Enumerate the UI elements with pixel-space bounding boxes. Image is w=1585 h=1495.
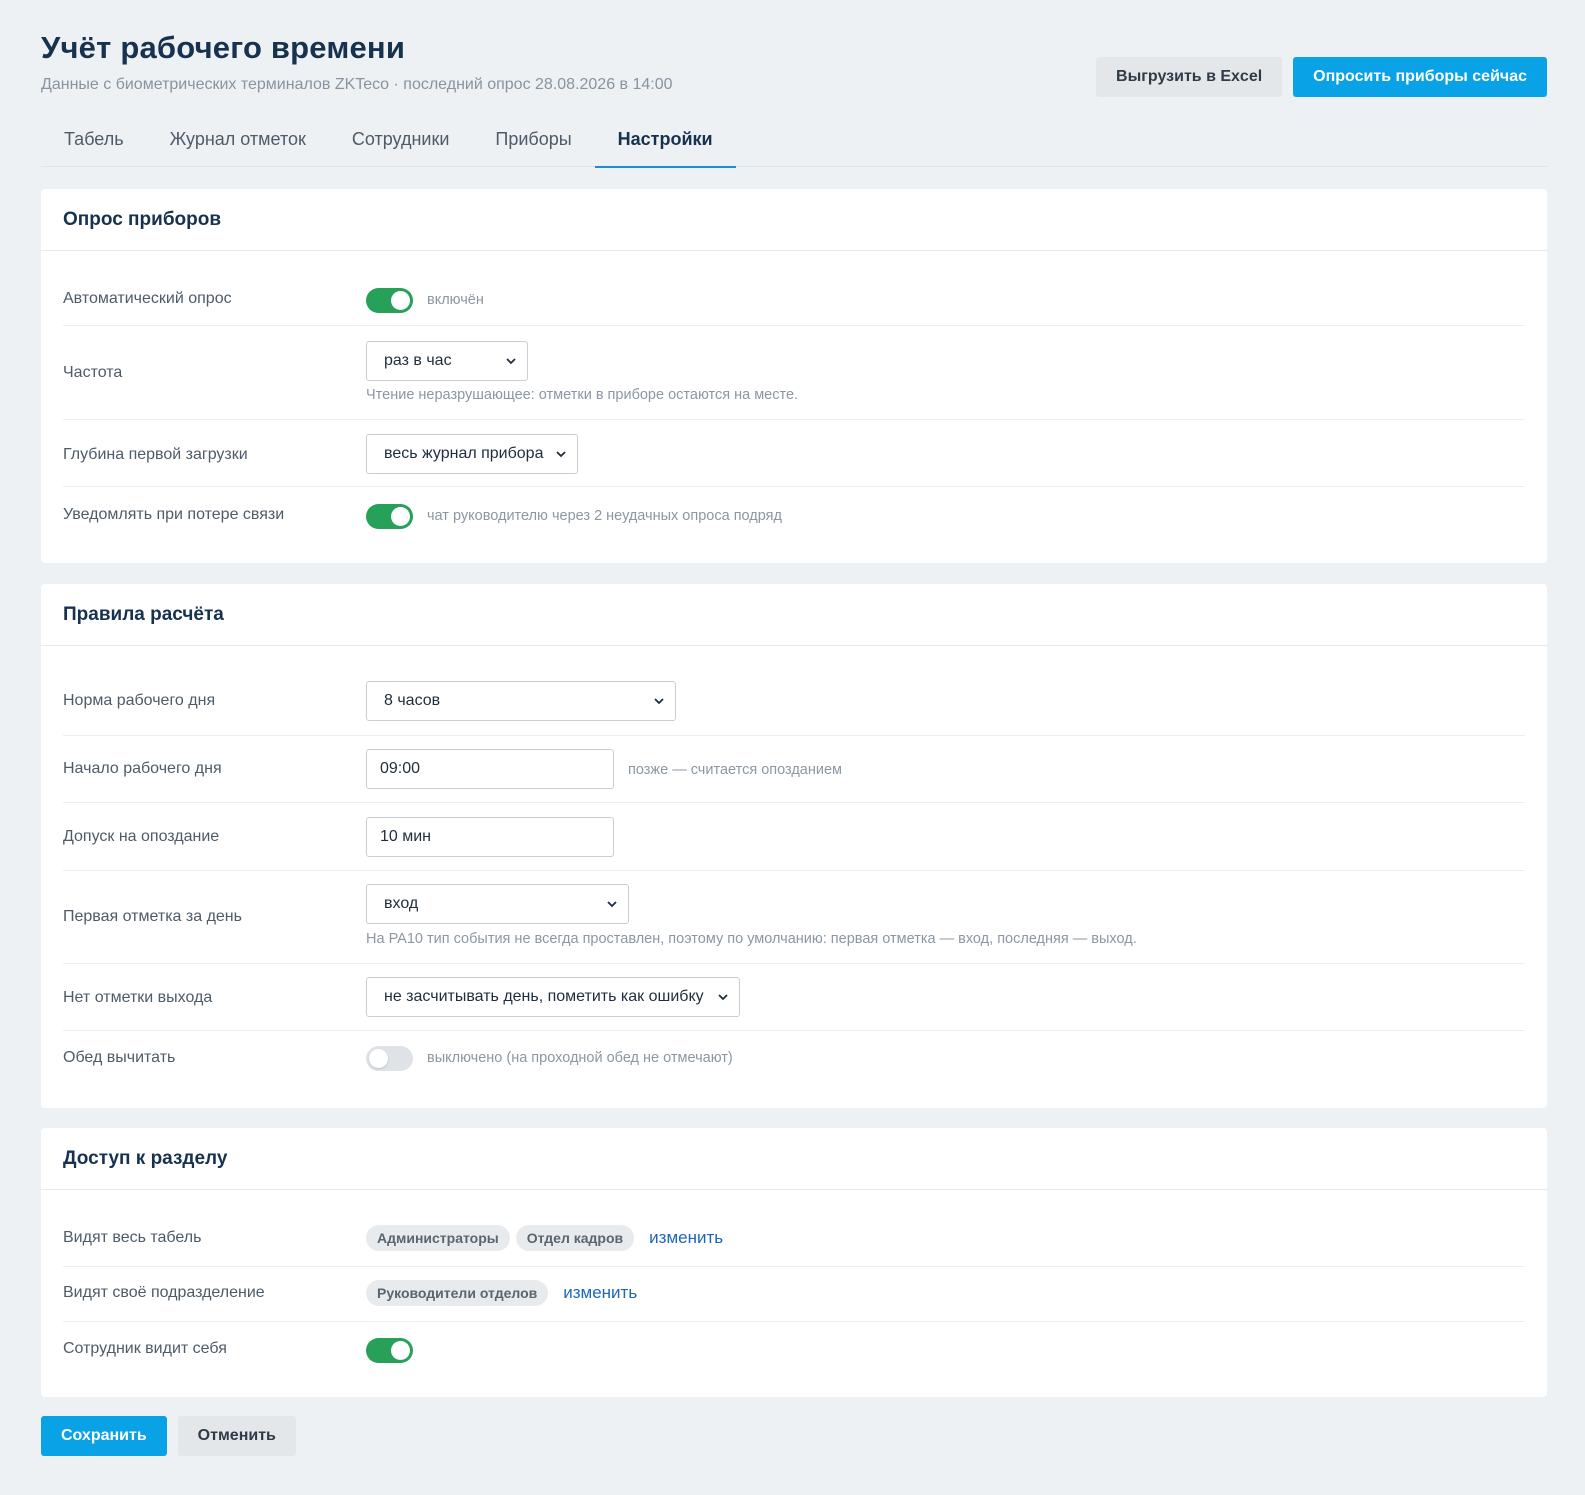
- cancel-button[interactable]: Отменить: [177, 1416, 296, 1456]
- start-hint: позже — считается опозданием: [628, 762, 843, 778]
- role-chip: Отдел кадров: [515, 1225, 635, 1251]
- tab-devices[interactable]: Приборы: [472, 112, 594, 167]
- frequency-hint: Чтение неразрушающее: отметки в приборе …: [366, 387, 799, 403]
- auto-poll-hint: включён: [427, 292, 484, 308]
- page-header: Учёт рабочего времени Данные с биометрич…: [41, 0, 1547, 112]
- export-excel-button[interactable]: Выгрузить в Excel: [1096, 57, 1283, 97]
- first-mark-select[interactable]: вход: [366, 884, 629, 924]
- frequency-label: Частота: [63, 364, 123, 381]
- depth-value: весь журнал прибора: [384, 445, 544, 462]
- polling-card: Опрос приборов Автоматический опрос вклю…: [41, 189, 1547, 563]
- lunch-label: Обед вычитать: [63, 1049, 176, 1066]
- access-all-label: Видят весь табель: [63, 1229, 202, 1246]
- first-mark-label: Первая отметка за день: [63, 908, 242, 925]
- no-exit-label: Нет отметки выхода: [63, 989, 213, 1006]
- polling-card-title: Опрос приборов: [41, 189, 1547, 251]
- rules-card-title: Правила расчёта: [41, 584, 1547, 646]
- auto-poll-label: Автоматический опрос: [63, 290, 232, 307]
- access-card-title: Доступ к разделу: [41, 1128, 1547, 1190]
- chevron-down-icon: [654, 698, 664, 705]
- chevron-down-icon: [506, 358, 516, 365]
- tolerance-row: Допуск на опоздание 10 мин: [63, 803, 1525, 871]
- save-button[interactable]: Сохранить: [41, 1416, 167, 1456]
- lunch-hint: выключено (на проходной обед не отмечают…: [427, 1050, 733, 1066]
- chevron-down-icon: [607, 901, 617, 908]
- page-subtitle: Данные с биометрических терминалов ZKTec…: [41, 76, 673, 93]
- tolerance-input[interactable]: 10 мин: [366, 817, 614, 857]
- first-mark-value: вход: [384, 895, 419, 912]
- no-exit-row: Нет отметки выхода не засчитывать день, …: [63, 964, 1525, 1031]
- tab-timesheet[interactable]: Табель: [41, 112, 147, 167]
- depth-select[interactable]: весь журнал прибора: [366, 434, 578, 474]
- norm-label: Норма рабочего дня: [63, 692, 216, 709]
- chevron-down-icon: [556, 451, 566, 458]
- norm-value: 8 часов: [384, 692, 441, 709]
- norm-row: Норма рабочего дня 8 часов: [63, 646, 1525, 736]
- access-dept-label: Видят своё подразделение: [63, 1284, 265, 1301]
- edit-access-dept-link[interactable]: изменить: [563, 1283, 637, 1303]
- no-exit-select[interactable]: не засчитывать день, пометить как ошибку: [366, 977, 740, 1017]
- role-chip: Администраторы: [366, 1225, 510, 1251]
- tab-marks-log[interactable]: Журнал отметок: [147, 112, 329, 167]
- depth-label: Глубина первой загрузки: [63, 446, 248, 463]
- access-self-row: Сотрудник видит себя: [63, 1322, 1525, 1382]
- auto-poll-toggle[interactable]: [366, 288, 413, 313]
- rules-card: Правила расчёта Норма рабочего дня 8 час…: [41, 584, 1547, 1108]
- no-exit-value: не засчитывать день, пометить как ошибку: [384, 988, 704, 1005]
- frequency-select[interactable]: раз в час: [366, 341, 528, 381]
- tab-employees[interactable]: Сотрудники: [329, 112, 473, 167]
- start-label: Начало рабочего дня: [63, 760, 222, 777]
- notify-hint: чат руководителю через 2 неудачных опрос…: [427, 508, 782, 524]
- page-title: Учёт рабочего времени: [41, 30, 406, 65]
- edit-access-all-link[interactable]: изменить: [649, 1228, 723, 1248]
- start-row: Начало рабочего дня 09:00 позже — считае…: [63, 736, 1525, 803]
- norm-select[interactable]: 8 часов: [366, 681, 676, 721]
- notify-label: Уведомлять при потере связи: [63, 506, 285, 523]
- chevron-down-icon: [718, 994, 728, 1001]
- tolerance-label: Допуск на опоздание: [63, 828, 220, 845]
- access-self-toggle[interactable]: [366, 1338, 413, 1363]
- notify-row: Уведомлять при потере связи чат руководи…: [63, 487, 1525, 547]
- first-mark-row: Первая отметка за день вход На PA10 тип …: [63, 871, 1525, 964]
- poll-devices-button[interactable]: Опросить приборы сейчас: [1293, 57, 1547, 97]
- lunch-row: Обед вычитать выключено (на проходной об…: [63, 1031, 1525, 1091]
- frequency-value: раз в час: [384, 352, 452, 369]
- access-all-row: Видят весь табель Администраторы Отдел к…: [63, 1190, 1525, 1267]
- frequency-row: Частота раз в час Чтение неразрушающее: …: [63, 326, 1525, 420]
- access-card: Доступ к разделу Видят весь табель Админ…: [41, 1128, 1547, 1397]
- tab-settings[interactable]: Настройки: [594, 112, 736, 168]
- access-dept-row: Видят своё подразделение Руководители от…: [63, 1267, 1525, 1322]
- access-all-chips: Администраторы Отдел кадров изменить: [366, 1225, 723, 1251]
- first-mark-hint: На PA10 тип события не всегда проставлен…: [366, 931, 1137, 947]
- header-actions: Выгрузить в Excel Опросить приборы сейча…: [1096, 57, 1547, 97]
- role-chip: Руководители отделов: [366, 1280, 549, 1306]
- start-time-input[interactable]: 09:00: [366, 749, 614, 789]
- auto-poll-row: Автоматический опрос включён: [63, 251, 1525, 326]
- access-self-label: Сотрудник видит себя: [63, 1340, 227, 1357]
- notify-toggle[interactable]: [366, 504, 413, 529]
- tab-bar: Табель Журнал отметок Сотрудники Приборы…: [41, 112, 1547, 168]
- lunch-toggle[interactable]: [366, 1046, 413, 1071]
- form-footer: Сохранить Отменить: [41, 1416, 296, 1456]
- depth-row: Глубина первой загрузки весь журнал приб…: [63, 420, 1525, 487]
- access-dept-chips: Руководители отделов изменить: [366, 1280, 637, 1306]
